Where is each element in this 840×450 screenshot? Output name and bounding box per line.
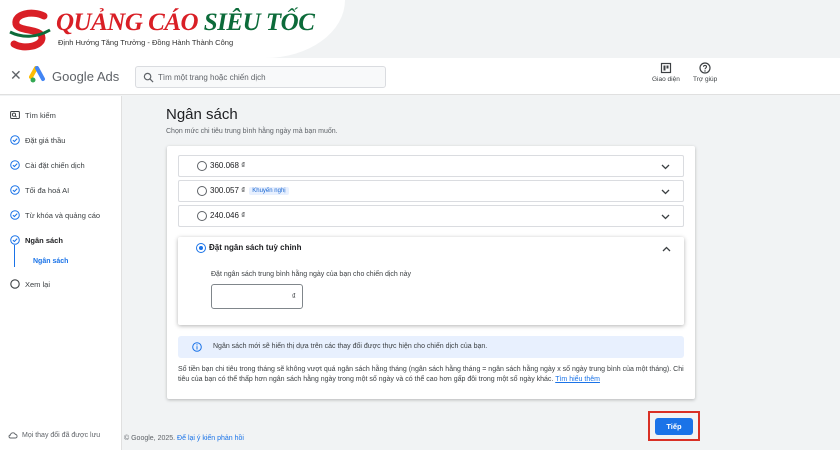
brand-logo-icon bbox=[9, 9, 51, 51]
brand-tagline: Định Hướng Tăng Trưởng - Đồng Hành Thành… bbox=[58, 38, 234, 47]
chevron-down-icon[interactable] bbox=[660, 186, 671, 197]
search-input[interactable] bbox=[158, 69, 378, 86]
recommended-badge: Khuyến nghị bbox=[249, 187, 289, 195]
radio-button[interactable] bbox=[197, 186, 207, 196]
page-title: Ngân sách bbox=[166, 106, 238, 123]
check-circle-icon bbox=[10, 135, 20, 145]
appearance-label: Giao diện bbox=[652, 76, 680, 83]
help-button[interactable]: Trợ giúp bbox=[693, 62, 717, 83]
budget-option-1[interactable]: 360.068 ₫ bbox=[178, 155, 684, 177]
sidebar-item-search[interactable]: Tìm kiếm bbox=[10, 108, 56, 122]
sidebar-item-budget[interactable]: Ngân sách bbox=[10, 233, 63, 247]
custom-budget-field-label: Đặt ngân sách trung bình hằng ngày của b… bbox=[211, 271, 412, 278]
sidebar-item-label: Ngân sách bbox=[25, 235, 63, 245]
feedback-link[interactable]: Để lại ý kiến phản hồi bbox=[177, 435, 244, 442]
close-button[interactable]: ✕ bbox=[10, 67, 22, 84]
sidebar-item-label: Cài đặt chiến dịch bbox=[25, 160, 85, 170]
budget-card: 360.068 ₫ 300.057 ₫ Khuyến nghị 240.046 ₫… bbox=[167, 146, 695, 399]
budget-option-2[interactable]: 300.057 ₫ Khuyến nghị bbox=[178, 180, 684, 202]
sidebar-item-keywords-ads[interactable]: Từ khóa và quảng cáo bbox=[10, 208, 100, 222]
sidebar-item-label: Đặt giá thầu bbox=[25, 135, 66, 145]
radio-button-selected[interactable] bbox=[196, 243, 206, 253]
info-text: Ngân sách mới sẽ hiển thị dựa trên các t… bbox=[213, 343, 488, 350]
budget-note: Số tiền bạn chi tiêu trong tháng sẽ khôn… bbox=[178, 365, 688, 385]
chevron-up-icon[interactable] bbox=[661, 244, 672, 255]
budget-option-3[interactable]: 240.046 ₫ bbox=[178, 205, 684, 227]
google-ads-logo-icon bbox=[29, 66, 45, 83]
sidebar-item-label: Xem lại bbox=[25, 279, 51, 289]
appearance-button[interactable]: Giao diện bbox=[652, 62, 680, 83]
empty-circle-icon bbox=[10, 279, 20, 289]
sidebar-item-label: Từ khóa và quảng cáo bbox=[25, 210, 101, 220]
watermark-banner: QUẢNG CÁO SIÊU TỐC Định Hướng Tăng Trưởn… bbox=[0, 0, 345, 58]
search-bar[interactable] bbox=[135, 66, 386, 88]
top-header: ✕ Google Ads Giao diện Trợ giúp bbox=[0, 58, 840, 95]
learn-more-link[interactable]: Tìm hiểu thêm bbox=[555, 376, 600, 383]
check-circle-icon bbox=[10, 160, 20, 170]
radio-button[interactable] bbox=[197, 211, 207, 221]
budget-note-text: Số tiền bạn chi tiêu trong tháng sẽ khôn… bbox=[178, 366, 684, 383]
sidebar-item-label: Tìm kiếm bbox=[25, 110, 56, 120]
sidebar-item-review[interactable]: Xem lại bbox=[10, 277, 50, 291]
search-icon bbox=[143, 72, 154, 83]
save-status: Mọi thay đổi đã được lưu bbox=[8, 431, 100, 439]
help-icon bbox=[699, 62, 711, 74]
budget-option-label: 360.068 ₫ bbox=[210, 161, 246, 170]
check-circle-icon bbox=[10, 210, 20, 220]
check-circle-icon bbox=[10, 185, 20, 195]
custom-budget-field[interactable]: ₫ bbox=[211, 284, 303, 309]
step-connector bbox=[14, 245, 15, 267]
sidebar-subitem-budget[interactable]: Ngân sách bbox=[33, 258, 68, 265]
page-description: Chọn mức chi tiêu trung bình hằng ngày m… bbox=[166, 128, 338, 135]
copyright: © Google, 2025. bbox=[124, 435, 176, 442]
steps-sidebar: Tìm kiếm Đặt giá thầu Cài đặt chiến dịch… bbox=[0, 96, 122, 450]
chevron-down-icon[interactable] bbox=[660, 161, 671, 172]
chevron-down-icon[interactable] bbox=[660, 211, 671, 222]
budget-option-label: 240.046 ₫ bbox=[210, 211, 246, 220]
next-button-highlight: Tiếp bbox=[648, 411, 700, 441]
currency-symbol: ₫ bbox=[291, 292, 296, 301]
cloud-check-icon bbox=[8, 432, 18, 439]
budget-option-label: 300.057 ₫ Khuyến nghị bbox=[210, 186, 289, 195]
sidebar-item-label: Tối đa hoá AI bbox=[25, 185, 70, 195]
radio-button[interactable] bbox=[197, 161, 207, 171]
search-box-icon bbox=[10, 111, 20, 119]
save-status-label: Mọi thay đổi đã được lưu bbox=[22, 431, 101, 439]
next-button[interactable]: Tiếp bbox=[655, 418, 693, 435]
custom-budget-panel[interactable]: Đặt ngân sách tuỳ chỉnh Đặt ngân sách tr… bbox=[178, 237, 684, 325]
help-label: Trợ giúp bbox=[693, 76, 718, 83]
page-footer: © Google, 2025. Để lại ý kiến phản hồi bbox=[124, 435, 244, 442]
budget-amount-input[interactable] bbox=[216, 289, 286, 305]
app-name: Google Ads bbox=[52, 69, 120, 84]
sidebar-item-campaign-settings[interactable]: Cài đặt chiến dịch bbox=[10, 158, 85, 172]
sidebar-item-ai-max[interactable]: Tối đa hoá AI bbox=[10, 183, 69, 197]
custom-budget-label: Đặt ngân sách tuỳ chỉnh bbox=[209, 243, 302, 252]
brand-name: QUẢNG CÁO SIÊU TỐC bbox=[56, 9, 315, 36]
info-banner: Ngân sách mới sẽ hiển thị dựa trên các t… bbox=[178, 336, 684, 358]
sidebar-item-bidding[interactable]: Đặt giá thầu bbox=[10, 133, 65, 147]
appearance-icon bbox=[660, 62, 672, 74]
info-icon bbox=[192, 342, 202, 352]
check-circle-icon bbox=[10, 235, 20, 245]
